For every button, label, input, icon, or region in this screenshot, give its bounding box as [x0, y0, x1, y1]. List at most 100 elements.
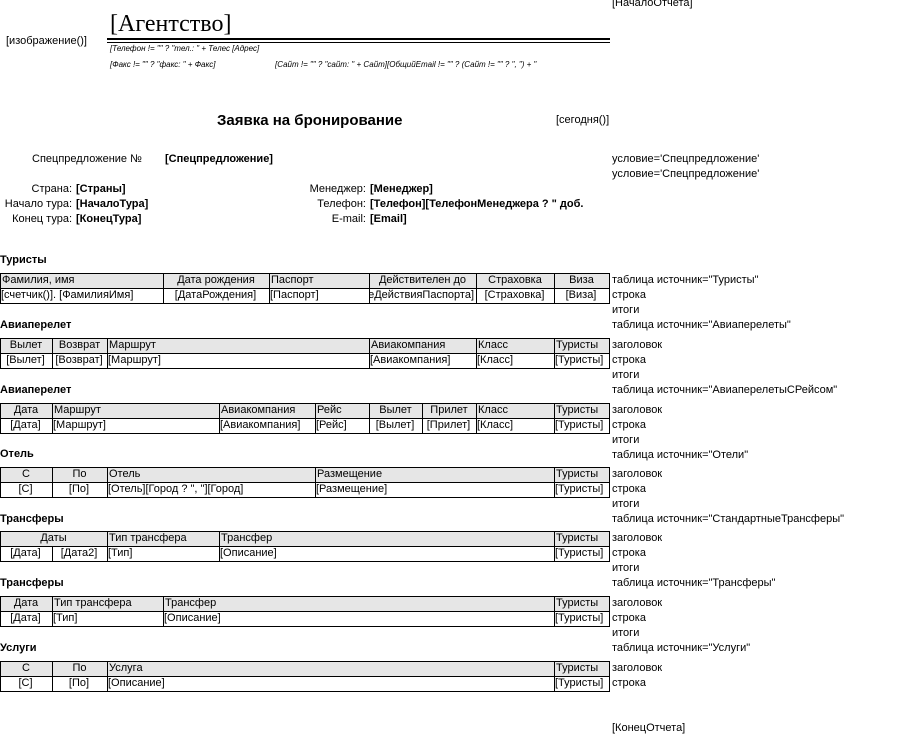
table-rule — [0, 691, 610, 692]
phone-value: [Телефон][ТелефонМенеджера ? " доб. — [370, 198, 584, 210]
header-rule-thick — [107, 38, 610, 40]
table-header-cell: Дата — [13, 404, 39, 416]
table-row-cell: [Рейс] — [316, 419, 347, 431]
table-col-rule — [52, 661, 53, 676]
table-col-rule — [609, 403, 610, 418]
table-col-rule — [315, 467, 316, 482]
table-header-cell: Размещение — [317, 468, 383, 480]
table-col-rule — [0, 467, 1, 482]
table-row-cell: [Авиакомпания] — [370, 354, 451, 366]
table-col-rule — [609, 418, 610, 433]
table-header-cell: Даты — [40, 532, 67, 544]
table-header-cell: Туристы — [556, 339, 599, 351]
table-col-rule — [554, 467, 555, 482]
table-header-cell: Туристы — [556, 468, 599, 480]
table-rule — [0, 303, 610, 304]
table-header-cell: Трансфер — [165, 597, 217, 609]
table-col-rule — [107, 531, 108, 546]
table-col-rule — [554, 403, 555, 418]
section-title-transfers-standard: Трансферы — [0, 513, 64, 525]
header-phone-address: [Телефон != "" ? "тел.: " + Телес [Адрес… — [110, 44, 260, 53]
table-row-cell: [ОкончаниеДействияПаспорта] — [370, 289, 474, 301]
table-header-cell: Страховка — [488, 274, 542, 286]
table-rule — [0, 561, 610, 562]
table-header-cell: Вылет — [379, 404, 412, 416]
tour-end-value: [КонецТура] — [76, 213, 142, 225]
table-header-cell: Фамилия, имя — [2, 274, 75, 286]
table-row-cell: [ДатаРождения] — [174, 289, 257, 301]
tour-start-label: Начало тура: — [4, 198, 72, 210]
side-note-table-services: таблица источник="Услуги" — [612, 642, 751, 654]
table-header-cell: Туристы — [556, 532, 599, 544]
side-note-header: заголовок — [612, 339, 663, 351]
logo-image-placeholder: [изображение()] — [6, 35, 87, 47]
tour-end-label: Конец тура: — [12, 213, 72, 225]
table-row-cell: [Дата] — [10, 419, 41, 431]
side-note-totals: итоги — [612, 498, 640, 510]
condition-note-2: условие='Спецпредложение' — [612, 168, 760, 180]
table-col-rule — [609, 596, 610, 611]
country-label: Страна: — [31, 183, 72, 195]
table-col-rule — [0, 531, 1, 546]
table-col-rule — [52, 338, 53, 353]
table-header-cell: Дата — [13, 597, 39, 609]
side-note-totals: итоги — [612, 304, 640, 316]
table-row-cell: [Авиакомпания] — [220, 419, 301, 431]
table-header-cell: Авиакомпания — [221, 404, 296, 416]
table-rule — [0, 368, 610, 369]
side-note-totals: итоги — [612, 627, 640, 639]
section-title-hotel: Отель — [0, 448, 34, 460]
table-col-rule — [554, 338, 555, 353]
table-row-cell: [Страховка] — [484, 289, 545, 301]
table-col-rule — [0, 338, 1, 353]
table-row-cell: [Туристы] — [555, 354, 604, 366]
table-header-cell: По — [72, 468, 87, 480]
table-row-cell: [Класс] — [477, 354, 514, 366]
table-rule — [0, 497, 610, 498]
special-offer-label: Спецпредложение № — [32, 153, 142, 165]
table-row-cell: [С] — [18, 483, 33, 495]
table-row-cell: [По] — [68, 483, 90, 495]
table-col-rule — [422, 403, 423, 418]
table-header-cell: Тип трансфера — [54, 597, 132, 609]
table-col-rule — [609, 611, 610, 626]
email-label: E-mail: — [331, 213, 366, 225]
table-col-rule — [107, 467, 108, 482]
table-col-rule — [0, 273, 1, 288]
table-row-cell: [Описание] — [164, 612, 221, 624]
header-fax: [Факс != "" ? "факс: " + Факс] — [110, 60, 216, 69]
table-row-cell: [Туристы] — [555, 483, 604, 495]
table-header-cell: Класс — [478, 404, 508, 416]
table-row-cell: [счетчик()]. [ФамилияИмя] — [1, 289, 134, 301]
table-row-cell: [Туристы] — [555, 547, 604, 559]
side-note-row: строка — [612, 547, 646, 559]
table-header-cell: По — [72, 662, 87, 674]
table-rule — [0, 626, 610, 627]
table-col-rule — [315, 403, 316, 418]
side-note-header: заголовок — [612, 532, 663, 544]
section-title-tourists: Туристы — [0, 254, 47, 266]
table-row-cell: [Отель][Город ? ", "][Город] — [108, 483, 244, 495]
table-col-rule — [269, 273, 270, 288]
table-col-rule — [554, 661, 555, 676]
side-note-row: строка — [612, 612, 646, 624]
side-note-table-transfers: таблица источник="Трансферы" — [612, 577, 776, 589]
table-col-rule — [369, 273, 370, 288]
table-header-cell: Возврат — [58, 339, 101, 351]
table-col-rule — [107, 338, 108, 353]
table-col-rule — [609, 338, 610, 353]
side-note-totals: итоги — [612, 434, 640, 446]
table-col-rule — [163, 596, 164, 611]
table-row-cell: [Дата] — [10, 612, 41, 624]
section-title-services: Услуги — [0, 642, 37, 654]
side-note-table-air-flight: таблица источник="АвиаперелетыСРейсом" — [612, 384, 838, 396]
table-row-cell: [Вылет] — [6, 354, 45, 366]
table-col-rule — [609, 353, 610, 368]
table-row-cell: [Возврат] — [55, 354, 103, 366]
side-note-row: строка — [612, 419, 646, 431]
table-col-rule — [554, 531, 555, 546]
side-note-row: строка — [612, 289, 646, 301]
table-row-cell: [Дата2] — [60, 547, 98, 559]
page-title: Заявка на бронирование — [217, 112, 403, 129]
country-value: [Страны] — [76, 183, 126, 195]
